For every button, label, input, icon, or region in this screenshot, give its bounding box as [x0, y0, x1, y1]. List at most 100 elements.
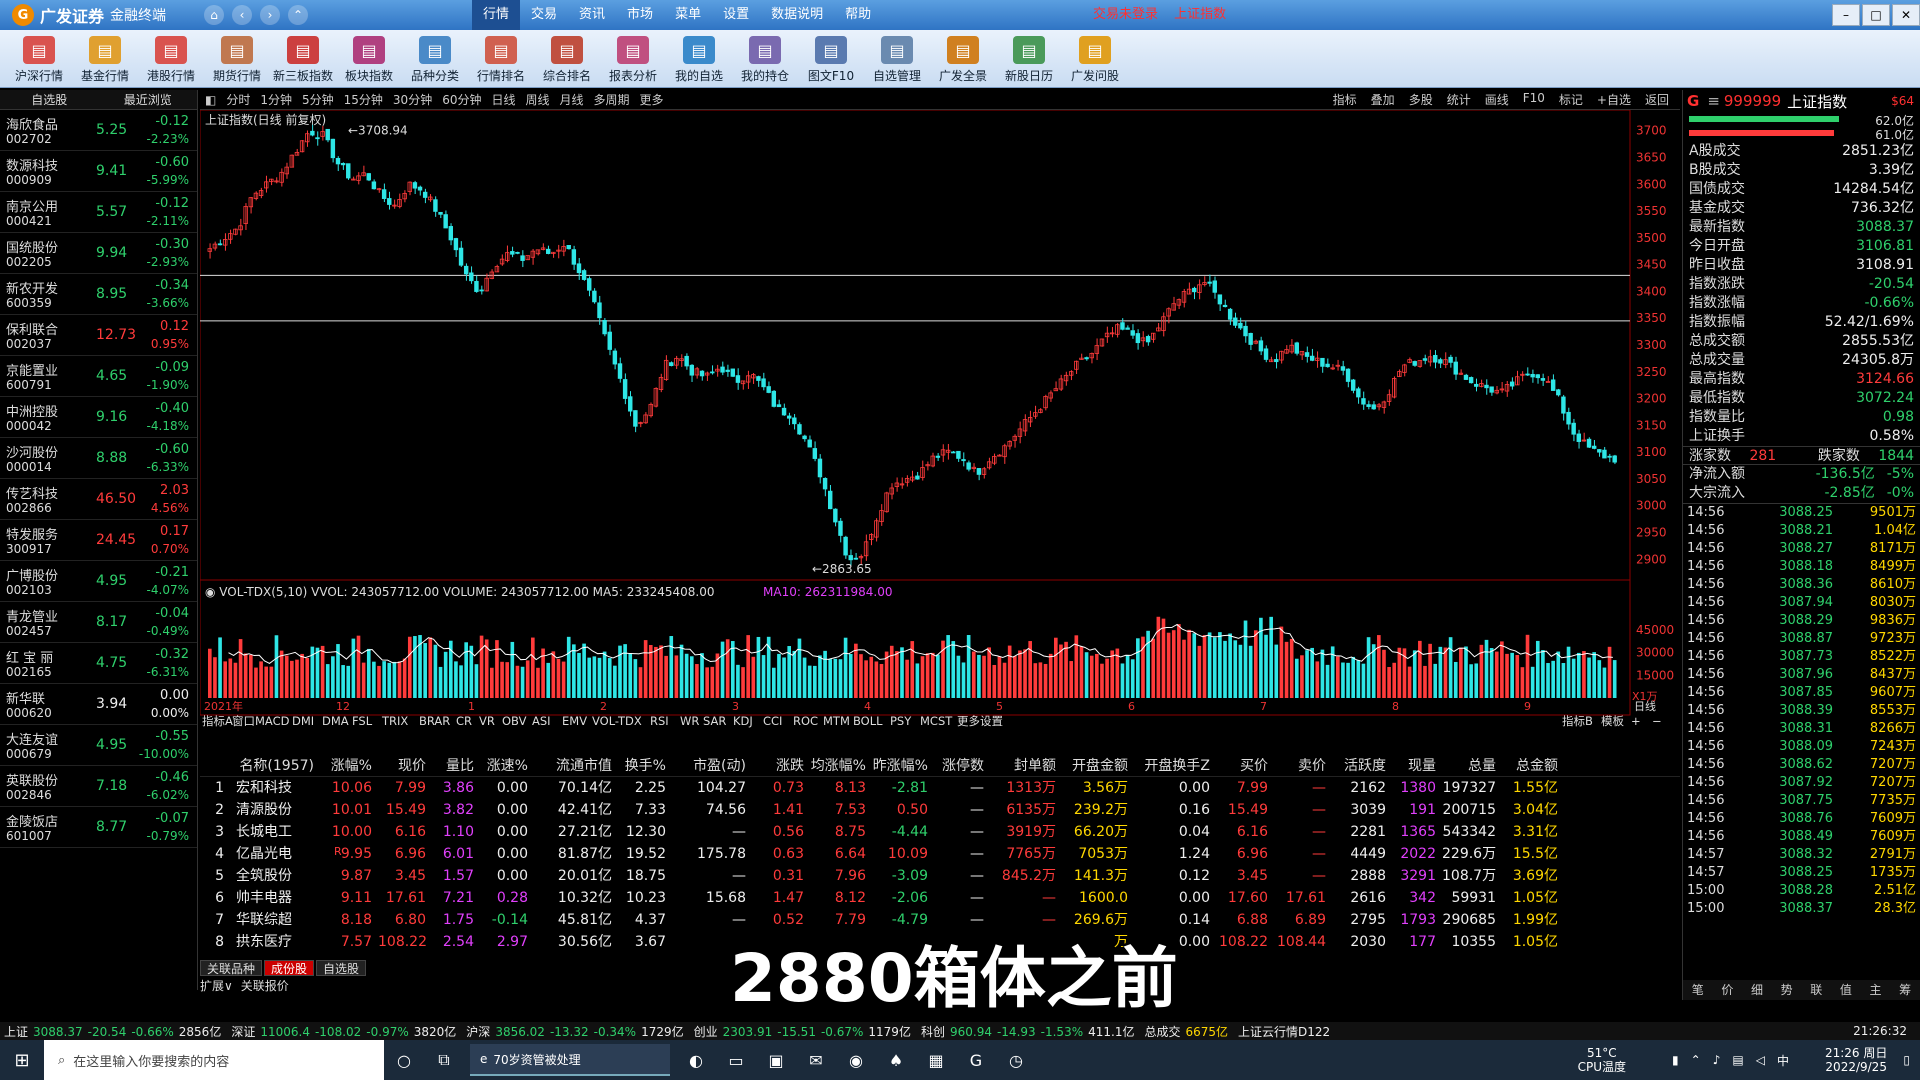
column-header[interactable]: 卖价 [1274, 755, 1332, 776]
chrome-icon[interactable]: ◉ [836, 1040, 876, 1080]
indicator-tab-17[interactable]: KDJ [733, 714, 753, 728]
indicator-tab-10[interactable]: OBV [502, 714, 527, 728]
watchlist-item[interactable]: 新华联 000620 3.94 0.00 0.00% [0, 684, 197, 725]
column-header[interactable]: 涨幅% [320, 755, 378, 776]
period-4[interactable]: 30分钟 [393, 91, 432, 108]
app-grid-icon[interactable]: ▦ [916, 1040, 956, 1080]
menu-item-6[interactable]: 数据说明 [760, 0, 834, 30]
chart-tool-7[interactable]: +自选 [1597, 91, 1631, 108]
tab-recent[interactable]: 最近浏览 [99, 90, 198, 109]
cortana-icon[interactable]: ○ [384, 1040, 424, 1080]
period-6[interactable]: 日线 [491, 91, 515, 108]
indicator-tab-7[interactable]: BRAR [419, 714, 450, 728]
task-view-icon[interactable]: ⧉ [424, 1040, 464, 1080]
table-row[interactable]: 5 全筑股份 9.87 3.45 1.57 0.00 20.01亿 18.75 — 0.31 7.9… [200, 865, 1680, 887]
table-row[interactable]: 3 长城电工 10.00 6.16 1.10 0.00 27.21亿 12.30 — 0.56 8.… [200, 821, 1680, 843]
indicator-tab-13[interactable]: VOL-TDX [592, 714, 642, 728]
watchlist-item[interactable]: 中洲控股 000042 9.16 -0.40 -4.18% [0, 397, 197, 438]
windows-start-icon[interactable]: ⊞ [0, 1040, 44, 1080]
tab-watchlist[interactable]: 自选股 [0, 90, 99, 109]
indicator-tab-15[interactable]: WR [680, 714, 699, 728]
column-header[interactable]: 涨跌 [752, 755, 810, 776]
column-header[interactable] [200, 755, 230, 776]
watchlist-item[interactable]: 京能置业 600791 4.65 -0.09 -1.90% [0, 356, 197, 397]
taskbar-search[interactable]: ⌕ 在这里输入你要搜索的内容 [44, 1040, 384, 1080]
watchlist-item[interactable]: 特发服务 300917 24.45 0.17 0.70% [0, 520, 197, 561]
column-header[interactable]: 开盘金额 [1062, 755, 1134, 776]
watchlist-item[interactable]: 传艺科技 002866 46.50 2.03 4.56% [0, 479, 197, 520]
chart-tool-3[interactable]: 统计 [1447, 91, 1471, 108]
menu-item-0[interactable]: 行情 [472, 0, 521, 30]
indicator-tab-2[interactable]: MACD [255, 714, 290, 728]
chart-tool-1[interactable]: 叠加 [1371, 91, 1395, 108]
table-row[interactable]: 2 清源股份 10.01 15.49 3.82 0.00 42.41亿 7.33 74.56 1.… [200, 799, 1680, 821]
chart-tool-6[interactable]: 标记 [1559, 91, 1583, 108]
panel-tab-2[interactable]: 细 [1751, 980, 1763, 1000]
indicator-tab-11[interactable]: ASI [532, 714, 551, 728]
indicator-tab-4[interactable]: DMA [322, 714, 349, 728]
panel-tab-7[interactable]: 筹 [1899, 980, 1911, 1000]
toolbar-button-1[interactable]: ▤ 基金行情 [72, 30, 138, 88]
column-header[interactable]: 现量 [1392, 755, 1442, 776]
indicator-tab-16[interactable]: SAR [703, 714, 726, 728]
column-header[interactable]: 活跃度 [1332, 755, 1392, 776]
column-header[interactable]: 市盈(动) [672, 755, 752, 776]
indicator-tab-1[interactable]: 窗口 [232, 714, 255, 728]
toolbar-button-11[interactable]: ▤ 我的持仓 [732, 30, 798, 88]
panel-tab-1[interactable]: 价 [1721, 980, 1733, 1000]
notification-icon[interactable]: ▯ [1903, 1053, 1910, 1067]
indicator-tab-right-3[interactable]: − [1652, 714, 1662, 728]
indicator-tab-6[interactable]: TRIX [381, 714, 408, 728]
toolbar-button-16[interactable]: ▤ 广发问股 [1062, 30, 1128, 88]
bottom-tab-0[interactable]: 关联品种 [200, 960, 263, 976]
close-icon[interactable]: ✕ [1892, 4, 1920, 26]
indicator-tab-3[interactable]: DMI [292, 714, 314, 728]
menu-item-7[interactable]: 帮助 [834, 0, 882, 30]
indicator-tab-right-2[interactable]: + [1631, 714, 1641, 728]
indicator-tab-14[interactable]: RSI [650, 714, 669, 728]
edge-browser-icon[interactable]: ◐ [676, 1040, 716, 1080]
menu-item-4[interactable]: 菜单 [664, 0, 712, 30]
indicator-tab-5[interactable]: FSL [352, 714, 373, 728]
forward-icon[interactable]: › [260, 5, 280, 25]
column-header[interactable]: 涨速% [480, 755, 534, 776]
bottom-tab-2[interactable]: 自选股 [316, 960, 367, 976]
column-header[interactable]: 量比 [432, 755, 480, 776]
watchlist-item[interactable]: 新农开发 600359 8.95 -0.34 -3.66% [0, 274, 197, 315]
gf-app-icon[interactable]: G [956, 1040, 996, 1080]
column-header[interactable]: 涨停数 [934, 755, 990, 776]
index-link[interactable]: 上证指数 [1174, 7, 1226, 22]
panel-tab-6[interactable]: 主 [1870, 980, 1882, 1000]
indicator-tab-21[interactable]: BOLL [853, 714, 883, 728]
menu-item-5[interactable]: 设置 [712, 0, 760, 30]
column-header[interactable]: 买价 [1216, 755, 1274, 776]
panel-tab-5[interactable]: 值 [1840, 980, 1852, 1000]
toolbar-button-2[interactable]: ▤ 港股行情 [138, 30, 204, 88]
period-1[interactable]: 1分钟 [260, 91, 292, 108]
indicator-tab-24[interactable]: 更多 [957, 714, 980, 728]
toolbar-button-8[interactable]: ▤ 综合排名 [534, 30, 600, 88]
column-header[interactable]: 总量 [1442, 755, 1502, 776]
browser-tab[interactable]: e 70岁资管被处理 [470, 1044, 670, 1076]
toolbar-button-0[interactable]: ▤ 沪深行情 [6, 30, 72, 88]
indicator-tab-19[interactable]: ROC [793, 714, 818, 728]
chart-tool-5[interactable]: F10 [1523, 91, 1545, 108]
table-row[interactable]: 1 宏和科技 10.06 7.99 3.86 0.00 70.14亿 2.25 104.27 0.… [200, 777, 1680, 799]
watchlist-item[interactable]: 广博股份 002103 4.95 -0.21 -4.07% [0, 561, 197, 602]
period-0[interactable]: 分时 [226, 91, 250, 108]
chart-tool-8[interactable]: 返回 [1645, 91, 1669, 108]
clock-app-icon[interactable]: ◷ [996, 1040, 1036, 1080]
column-header[interactable]: 总金额 [1502, 755, 1564, 776]
toolbar-button-12[interactable]: ▤ 图文F10 [798, 30, 864, 88]
watchlist-item[interactable]: 海欣食品 002702 5.25 -0.12 -2.23% [0, 110, 197, 151]
indicator-tab-8[interactable]: CR [456, 714, 472, 728]
toolbar-button-15[interactable]: ▤ 新股日历 [996, 30, 1062, 88]
column-header[interactable]: 开盘换手Z [1134, 755, 1216, 776]
toolbar-button-5[interactable]: ▤ 板块指数 [336, 30, 402, 88]
watchlist-item[interactable]: 青龙管业 002457 8.17 -0.04 -0.49% [0, 602, 197, 643]
watchlist-item[interactable]: 大连友谊 000679 4.95 -0.55 -10.00% [0, 725, 197, 766]
watchlist-item[interactable]: 沙河股份 000014 8.88 -0.60 -6.33% [0, 438, 197, 479]
watchlist-item[interactable]: 数源科技 000909 9.41 -0.60 -5.99% [0, 151, 197, 192]
toolbar-button-6[interactable]: ▤ 品种分类 [402, 30, 468, 88]
toolbar-button-10[interactable]: ▤ 我的自选 [666, 30, 732, 88]
